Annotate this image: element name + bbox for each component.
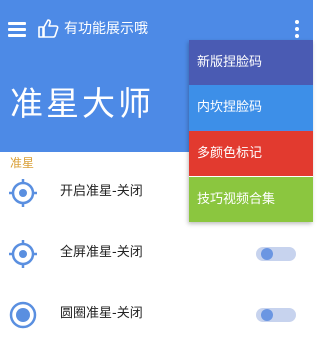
menu-item-new-face-code[interactable]: 新版捏脸码 bbox=[189, 40, 313, 85]
overflow-menu: 新版捏脸码 内坎捏脸码 多颜色标记 技巧视频合集 bbox=[189, 40, 313, 222]
list-item-label: 全屏准星-关闭 bbox=[60, 245, 143, 260]
list-item-label: 开启准星-关闭 bbox=[60, 184, 143, 199]
list-item-label: 圆圈准星-关闭 bbox=[60, 306, 143, 321]
list-item-circle-crosshair[interactable]: 圆圈准星-关闭 bbox=[0, 288, 313, 340]
app-big-title: 准星大师 bbox=[10, 84, 154, 123]
menu-item-tips-video[interactable]: 技巧视频合集 bbox=[189, 177, 313, 222]
menu-item-inner-face-code[interactable]: 内坎捏脸码 bbox=[189, 85, 313, 130]
crosshair-icon bbox=[9, 179, 37, 207]
menu-item-multi-color-mark[interactable]: 多颜色标记 bbox=[189, 131, 313, 176]
fullscreen-crosshair-toggle[interactable] bbox=[256, 247, 296, 261]
circle-crosshair-toggle[interactable] bbox=[256, 308, 296, 322]
hamburger-icon[interactable] bbox=[8, 22, 28, 38]
crosshair-icon bbox=[9, 240, 37, 268]
list-item-fullscreen-crosshair[interactable]: 全屏准星-关闭 bbox=[0, 227, 313, 279]
thumbs-up-icon[interactable] bbox=[37, 18, 59, 38]
circle-target-icon bbox=[9, 301, 37, 329]
header-title: 有功能展示哦 bbox=[64, 21, 148, 37]
more-vertical-icon[interactable] bbox=[293, 18, 301, 40]
